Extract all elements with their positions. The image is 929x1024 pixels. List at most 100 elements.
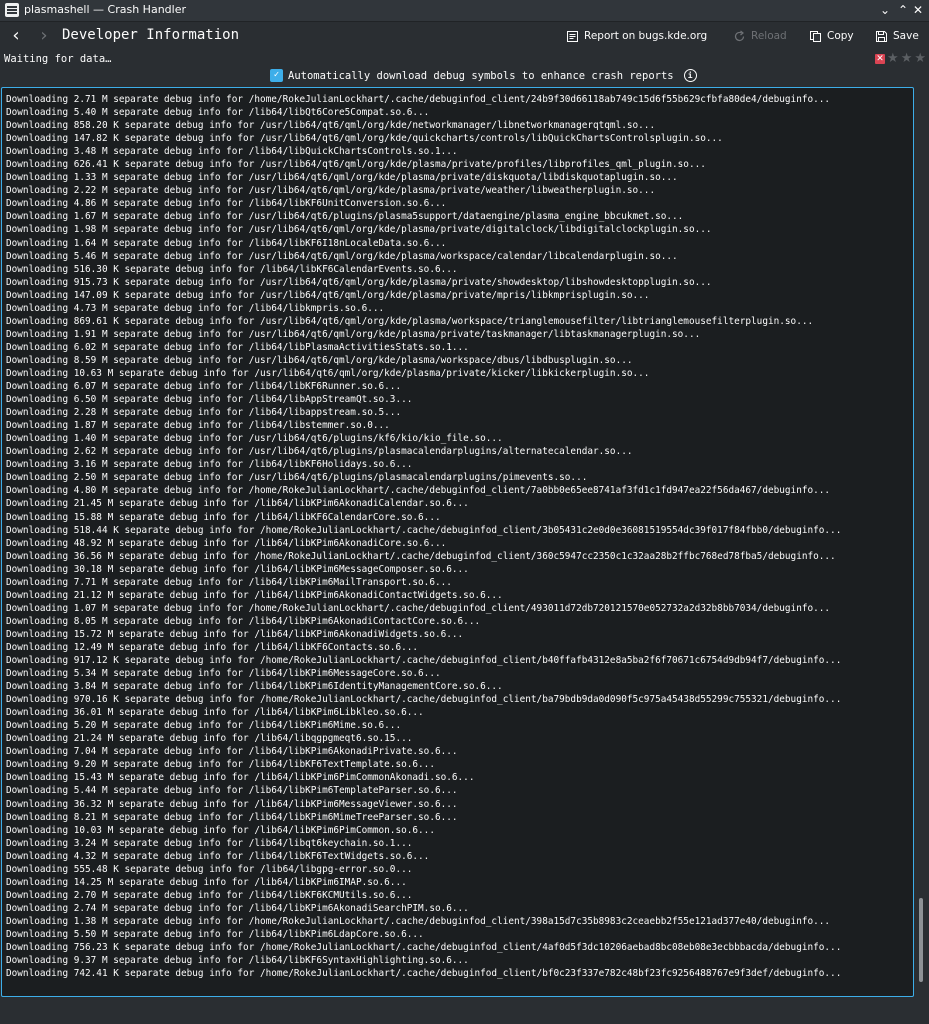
log-line: Downloading 2.50 M separate debug info f… [6, 472, 588, 484]
toolbar: ‹ › Developer Information Report on bugs… [0, 22, 929, 50]
log-line: Downloading 36.01 M separate debug info … [6, 707, 424, 719]
save-button[interactable]: Save [875, 27, 919, 45]
info-icon[interactable]: i [683, 69, 697, 82]
report-quality-rating: ✕ ★ ★ ★ [875, 52, 926, 65]
log-line: Downloading 1.64 M separate debug info f… [6, 237, 447, 249]
minimize-button[interactable]: ⌄ [877, 2, 893, 18]
save-icon [876, 30, 887, 42]
log-line: Downloading 6.50 M separate debug info f… [6, 394, 413, 406]
log-line: Downloading 1.91 M separate debug info f… [6, 328, 701, 340]
log-line: Downloading 36.32 M separate debug info … [6, 798, 458, 810]
log-line: Downloading 15.88 M separate debug info … [6, 511, 441, 523]
log-line: Downloading 12.49 M separate debug info … [6, 641, 419, 653]
log-line: Downloading 2.22 M separate debug info f… [6, 185, 656, 197]
report-icon [567, 30, 578, 42]
log-line: Downloading 5.40 M separate debug info f… [6, 107, 430, 119]
log-line: Downloading 756.23 K separate debug info… [6, 942, 842, 954]
log-line: Downloading 2.71 M separate debug info f… [6, 94, 831, 105]
log-line: Downloading 5.50 M separate debug info f… [6, 929, 424, 940]
log-line: Downloading 48.92 M separate debug info … [6, 537, 447, 549]
log-line: Downloading 869.61 K separate debug info… [6, 315, 814, 327]
log-line: Downloading 1.67 M separate debug info f… [6, 211, 684, 223]
log-line: Downloading 9.20 M separate debug info f… [6, 759, 435, 771]
log-line: Downloading 1.38 M separate debug info f… [6, 915, 831, 927]
log-line: Downloading 1.40 M separate debug info f… [6, 433, 503, 445]
log-line: Downloading 3.84 M separate debug info f… [6, 681, 503, 693]
log-line: Downloading 21.24 M separate debug info … [6, 733, 413, 745]
forward-button[interactable]: › [34, 26, 54, 46]
log-line: Downloading 15.43 M separate debug info … [6, 772, 475, 784]
log-line: Downloading 21.45 M separate debug info … [6, 498, 469, 510]
app-menu-icon[interactable] [5, 3, 19, 17]
bottom-bar [0, 998, 929, 1024]
log-line: Downloading 10.63 M separate debug info … [6, 367, 650, 379]
log-line: Downloading 3.16 M separate debug info f… [6, 459, 413, 471]
auto-debug-symbols-checkbox[interactable]: ✓ [270, 69, 283, 82]
log-line: Downloading 2.70 M separate debug info f… [6, 889, 413, 901]
log-line: Downloading 518.44 K separate debug info… [6, 524, 842, 536]
maximize-button[interactable]: ⌃ [895, 2, 911, 18]
error-icon: ✕ [875, 53, 886, 64]
log-line: Downloading 4.80 M separate debug info f… [6, 485, 831, 497]
scrollbar-thumb[interactable] [919, 898, 923, 982]
star-icon: ★ [887, 51, 899, 66]
debug-log-text: Downloading 2.71 M separate debug info f… [6, 93, 911, 980]
log-line: Downloading 5.34 M separate debug info f… [6, 668, 441, 680]
copy-icon [810, 30, 821, 42]
reload-icon [734, 30, 745, 41]
log-line: Downloading 1.87 M separate debug info f… [6, 420, 390, 432]
log-line: Downloading 555.48 K separate debug info… [6, 863, 413, 875]
log-line: Downloading 3.48 M separate debug info f… [6, 146, 458, 158]
window-titlebar: plasmashell — Crash Handler ⌄ ⌃ ✕ [0, 0, 929, 22]
copy-button[interactable]: Copy [809, 27, 854, 45]
log-line: Downloading 10.03 M separate debug info … [6, 824, 435, 836]
log-line: Downloading 4.73 M separate debug info f… [6, 302, 385, 314]
reload-button[interactable]: Reload [733, 27, 787, 45]
back-button[interactable]: ‹ [6, 26, 26, 46]
report-bug-label: Report on bugs.kde.org [584, 30, 708, 42]
log-line: Downloading 147.82 K separate debug info… [6, 133, 723, 145]
log-line: Downloading 36.56 M separate debug info … [6, 550, 836, 562]
reload-label: Reload [751, 30, 787, 42]
log-line: Downloading 21.12 M separate debug info … [6, 589, 503, 601]
log-line: Downloading 742.41 K separate debug info… [6, 968, 842, 980]
log-line: Downloading 7.71 M separate debug info f… [6, 576, 452, 588]
status-text: Waiting for data… [4, 53, 112, 65]
log-line: Downloading 1.33 M separate debug info f… [6, 172, 678, 184]
log-line: Downloading 516.30 K separate debug info… [6, 263, 458, 275]
page-title: Developer Information [62, 27, 240, 43]
close-button[interactable]: ✕ [910, 2, 926, 18]
log-line: Downloading 858.20 K separate debug info… [6, 120, 656, 132]
log-line: Downloading 4.32 M separate debug info f… [6, 850, 430, 862]
log-line: Downloading 7.04 M separate debug info f… [6, 746, 458, 758]
auto-debug-symbols-label[interactable]: Automatically download debug symbols to … [288, 70, 674, 82]
log-line: Downloading 1.98 M separate debug info f… [6, 224, 712, 236]
star-icon: ★ [914, 51, 926, 66]
log-line: Downloading 2.28 M separate debug info f… [6, 407, 402, 419]
log-line: Downloading 917.12 K separate debug info… [6, 655, 842, 667]
window-title: plasmashell — Crash Handler [24, 3, 186, 16]
log-line: Downloading 8.21 M separate debug info f… [6, 811, 458, 823]
log-scrollbar[interactable] [915, 88, 927, 994]
log-line: Downloading 15.72 M separate debug info … [6, 628, 464, 640]
log-line: Downloading 8.05 M separate debug info f… [6, 615, 481, 627]
star-icon: ★ [900, 51, 913, 66]
log-line: Downloading 9.37 M separate debug info f… [6, 955, 469, 967]
log-line: Downloading 5.46 M separate debug info f… [6, 250, 678, 262]
debug-log-view[interactable]: Downloading 2.71 M separate debug info f… [1, 87, 914, 997]
log-line: Downloading 970.16 K separate debug info… [6, 694, 842, 706]
report-bug-button[interactable]: Report on bugs.kde.org [566, 27, 707, 45]
log-line: Downloading 6.07 M separate debug info f… [6, 381, 402, 393]
log-line: Downloading 30.18 M separate debug info … [6, 563, 469, 575]
log-line: Downloading 4.86 M separate debug info f… [6, 198, 447, 210]
log-line: Downloading 626.41 K separate debug info… [6, 159, 706, 171]
log-line: Downloading 2.62 M separate debug info f… [6, 446, 633, 458]
log-line: Downloading 8.59 M separate debug info f… [6, 354, 633, 366]
log-line: Downloading 5.44 M separate debug info f… [6, 785, 458, 797]
log-line: Downloading 915.73 K separate debug info… [6, 276, 712, 288]
auto-debug-symbols-option: ✓ Automatically download debug symbols t… [270, 69, 697, 82]
log-line: Downloading 6.02 M separate debug info f… [6, 341, 469, 353]
log-line: Downloading 5.20 M separate debug info f… [6, 720, 402, 732]
copy-label: Copy [827, 30, 854, 42]
log-line: Downloading 14.25 M separate debug info … [6, 876, 407, 888]
